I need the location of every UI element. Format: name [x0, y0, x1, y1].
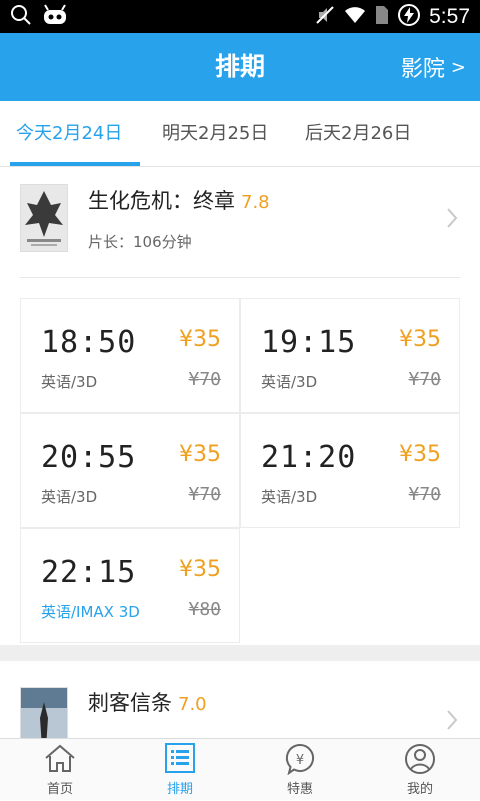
mute-icon — [315, 5, 335, 29]
date-tabs: 今天2月24日 明天2月25日 后天2月26日 — [0, 101, 480, 167]
showtime-time: 18:50 — [41, 325, 137, 360]
showtime-price: ¥35 — [179, 327, 221, 352]
nav-schedule[interactable]: 排期 — [120, 739, 240, 801]
showtime-format: 英语/3D — [41, 488, 98, 506]
nav-label: 排期 — [166, 782, 193, 797]
cinema-link[interactable]: 影院 > — [401, 33, 466, 101]
user-icon — [404, 743, 436, 779]
showtime-price: ¥35 — [179, 442, 221, 467]
nav-me[interactable]: 我的 — [360, 739, 480, 801]
movie-duration: 片长：106分钟 — [88, 233, 192, 251]
showtime-original-price: ¥70 — [408, 369, 441, 390]
showtime-card[interactable]: 22:15 ¥35 英语/IMAX 3D ¥80 — [20, 528, 240, 643]
status-bar: 5:57 — [0, 0, 480, 33]
nav-label: 特惠 — [286, 782, 313, 797]
schedule-list-icon — [165, 743, 195, 777]
showtime-time: 20:55 — [41, 440, 137, 475]
section-separator — [0, 645, 480, 661]
wifi-icon — [343, 5, 367, 29]
showtime-format: 英语/IMAX 3D — [41, 603, 140, 621]
showtime-price: ¥35 — [399, 442, 441, 467]
movie-title-text: 生化危机：终章 — [88, 189, 235, 213]
nav-home[interactable]: 首页 — [0, 739, 120, 801]
chevron-right-icon[interactable] — [446, 207, 458, 233]
nav-label: 首页 — [46, 782, 73, 797]
movie-rating: 7.0 — [178, 694, 207, 715]
showtime-card[interactable]: 18:50 ¥35 英语/3D ¥70 — [20, 298, 240, 413]
movie-card: 生化危机：终章 7.8 片长：106分钟 18:50 ¥35 英语/3D ¥70 … — [0, 167, 480, 645]
nav-deals[interactable]: ¥ 特惠 — [240, 739, 360, 801]
movie-poster[interactable] — [20, 184, 68, 252]
android-robot-icon — [42, 3, 68, 30]
showtime-original-price: ¥70 — [188, 484, 221, 505]
cinema-link-label: 影院 — [400, 57, 445, 82]
tab-tomorrow[interactable]: 明天2月25日 — [162, 101, 268, 167]
bottom-nav: 首页 排期 ¥ 特惠 我的 — [0, 738, 480, 800]
showtime-card[interactable]: 19:15 ¥35 英语/3D ¥70 — [240, 298, 460, 413]
home-icon — [43, 743, 77, 777]
nav-label: 我的 — [406, 782, 433, 797]
showtime-card[interactable]: 21:20 ¥35 英语/3D ¥70 — [240, 413, 460, 528]
sim-icon — [375, 5, 389, 29]
showtime-time: 22:15 — [41, 555, 137, 590]
showtime-format: 英语/3D — [41, 373, 98, 391]
showtime-original-price: ¥70 — [188, 369, 221, 390]
yen-badge-icon: ¥ — [284, 743, 316, 779]
tab-day-after-tomorrow[interactable]: 后天2月26日 — [305, 101, 411, 167]
movie-title[interactable]: 生化危机：终章 7.8 — [88, 185, 270, 215]
svg-text:¥: ¥ — [296, 753, 304, 768]
search-icon — [10, 4, 32, 30]
showtime-original-price: ¥80 — [188, 599, 221, 620]
chevron-right-icon[interactable] — [446, 709, 458, 735]
movie-poster[interactable] — [20, 687, 68, 738]
active-tab-indicator — [10, 162, 140, 166]
movie-rating: 7.8 — [241, 192, 270, 213]
battery-charging-icon — [397, 3, 421, 31]
showtime-format: 英语/3D — [261, 488, 318, 506]
showtime-time: 21:20 — [261, 440, 357, 475]
divider — [20, 277, 460, 278]
showtime-format: 英语/3D — [261, 373, 318, 391]
header-bar: 排期 影院 > — [0, 33, 480, 101]
showtime-price: ¥35 — [179, 557, 221, 582]
chevron-right-icon: > — [450, 56, 466, 78]
status-time: 5:57 — [429, 4, 470, 28]
showtime-time: 19:15 — [261, 325, 357, 360]
movie-title-text: 刺客信条 — [88, 691, 172, 715]
movie-card: 刺客信条 7.0 — [0, 661, 480, 738]
showtime-card[interactable]: 20:55 ¥35 英语/3D ¥70 — [20, 413, 240, 528]
movie-title[interactable]: 刺客信条 7.0 — [88, 687, 207, 717]
showtime-original-price: ¥70 — [408, 484, 441, 505]
tab-today[interactable]: 今天2月24日 — [16, 101, 122, 167]
showtime-price: ¥35 — [399, 327, 441, 352]
